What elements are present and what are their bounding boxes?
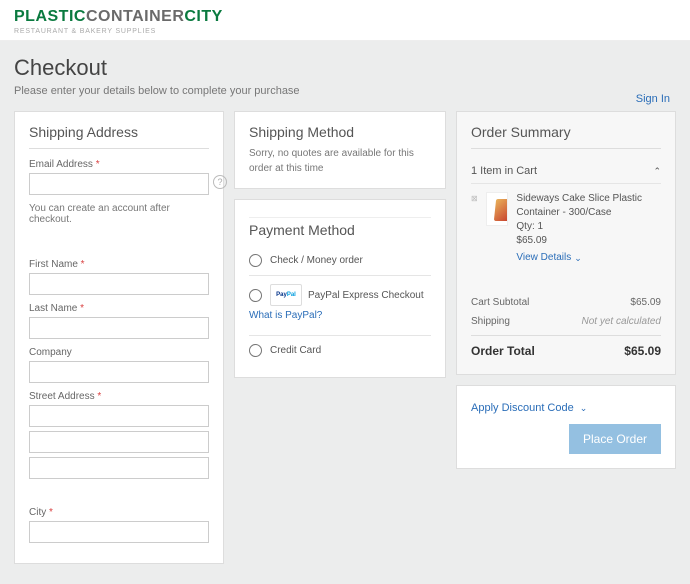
last-name-input[interactable] [29, 317, 209, 339]
cart-items-toggle[interactable]: 1 Item in Cart ⌃ [471, 159, 661, 184]
view-details-toggle[interactable]: View Details ⌄ [516, 251, 581, 265]
shipping-row: Shipping Not yet calculated [471, 312, 661, 331]
shipping-method-message: Sorry, no quotes are available for this … [249, 146, 431, 176]
subtotal-row: Cart Subtotal $65.09 [471, 293, 661, 312]
order-summary-heading: Order Summary [471, 124, 661, 149]
email-label: Email Address [29, 159, 209, 170]
paypal-icon: PayPal [270, 284, 302, 306]
shipping-address-heading: Shipping Address [29, 124, 209, 149]
email-input[interactable] [29, 173, 209, 195]
logo: PLASTICCONTAINERCITY [14, 8, 676, 26]
city-label: City [29, 507, 209, 518]
email-hint: You can create an account after checkout… [29, 203, 209, 225]
payment-label-check: Check / Money order [270, 255, 363, 266]
payment-radio-check[interactable] [249, 254, 262, 267]
shipping-value: Not yet calculated [582, 316, 662, 327]
what-is-paypal-link[interactable]: What is PayPal? [249, 310, 431, 321]
help-icon[interactable]: ? [213, 175, 227, 189]
first-name-input[interactable] [29, 273, 209, 295]
payment-option-credit[interactable]: Credit Card [249, 336, 431, 365]
cart-count-label: 1 Item in Cart [471, 165, 537, 177]
payment-option-check[interactable]: Check / Money order [249, 246, 431, 276]
payment-method-card: Payment Method Check / Money order PayPa… [234, 199, 446, 378]
street3-input[interactable] [29, 457, 209, 479]
company-input[interactable] [29, 361, 209, 383]
logo-tagline: RESTAURANT & BAKERY SUPPLIES [14, 28, 676, 35]
subtotal-value: $65.09 [630, 297, 661, 308]
sign-in-link[interactable]: Sign In [636, 93, 670, 105]
discount-card: Apply Discount Code ⌄ Place Order [456, 385, 676, 469]
page-subtitle: Please enter your details below to compl… [14, 85, 676, 97]
payment-radio-credit[interactable] [249, 344, 262, 357]
payment-radio-paypal[interactable] [249, 289, 262, 302]
apply-discount-toggle[interactable]: Apply Discount Code ⌄ [471, 402, 587, 414]
item-remove-icon[interactable]: ⊠ [471, 194, 478, 203]
company-label: Company [29, 347, 209, 358]
page-title: Checkout [14, 55, 676, 81]
first-name-label: First Name [29, 259, 209, 270]
chevron-down-icon: ⌄ [580, 403, 588, 414]
order-summary-card: Order Summary 1 Item in Cart ⌃ ⊠ Sideway… [456, 111, 676, 375]
site-header: PLASTICCONTAINERCITY RESTAURANT & BAKERY… [0, 0, 690, 41]
item-image [486, 192, 509, 226]
city-input[interactable] [29, 521, 209, 543]
place-order-button[interactable]: Place Order [569, 424, 661, 454]
total-label: Order Total [471, 344, 535, 358]
shipping-address-card: Shipping Address Email Address ? You can… [14, 111, 224, 564]
payment-label-credit: Credit Card [270, 345, 321, 356]
street2-input[interactable] [29, 431, 209, 453]
payment-label-paypal: PayPal Express Checkout [308, 290, 424, 301]
cart-item: ⊠ Sideways Cake Slice Plastic Container … [471, 192, 661, 265]
payment-method-heading: Payment Method [249, 222, 431, 238]
item-qty: Qty: 1 [516, 220, 661, 234]
last-name-label: Last Name [29, 303, 209, 314]
shipping-method-heading: Shipping Method [249, 124, 431, 140]
total-value: $65.09 [624, 344, 661, 358]
item-name: Sideways Cake Slice Plastic Container - … [516, 192, 661, 220]
payment-option-paypal[interactable]: PayPal PayPal Express Checkout What is P… [249, 276, 431, 336]
street-label: Street Address [29, 391, 209, 402]
chevron-down-icon: ⌄ [574, 252, 582, 265]
total-row: Order Total $65.09 [471, 335, 661, 362]
street1-input[interactable] [29, 405, 209, 427]
chevron-up-icon: ⌃ [653, 166, 661, 177]
subtotal-label: Cart Subtotal [471, 297, 529, 308]
shipping-label: Shipping [471, 316, 510, 327]
shipping-method-card: Shipping Method Sorry, no quotes are ava… [234, 111, 446, 189]
item-price: $65.09 [516, 234, 661, 248]
